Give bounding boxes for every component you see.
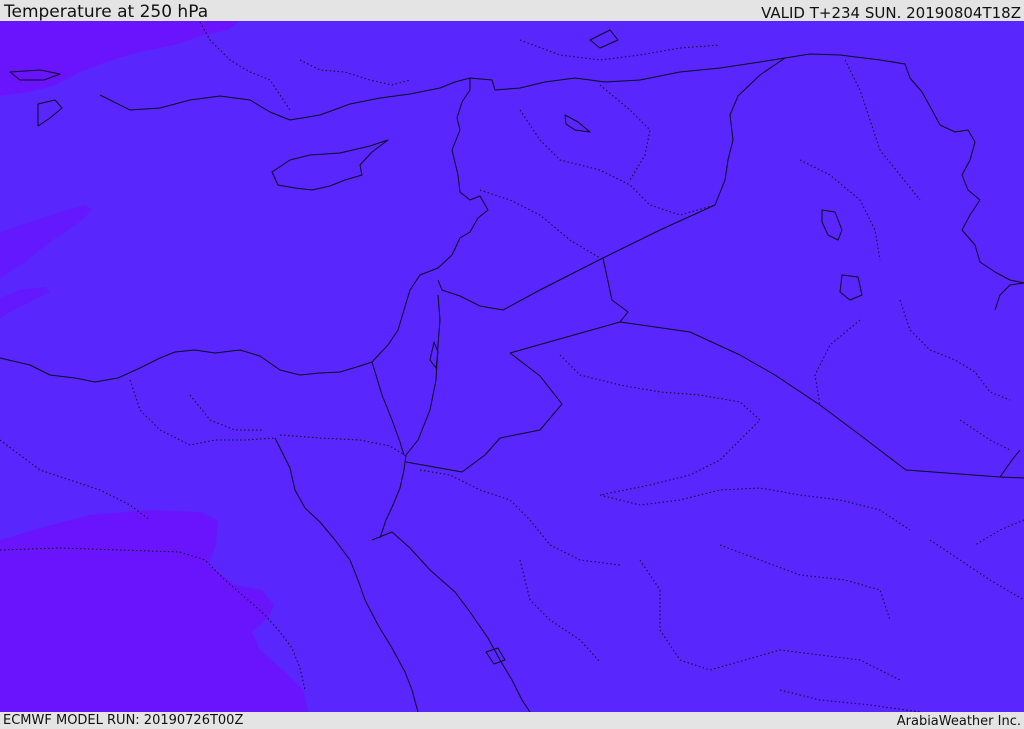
footer-bar: ECMWF MODEL RUN: 20190726T00Z ArabiaWeat…	[0, 712, 1024, 729]
valid-time: VALID T+234 SUN. 20190804T18Z	[761, 4, 1021, 22]
credit-label: ArabiaWeather Inc.	[896, 714, 1021, 729]
map-svg	[0, 21, 1024, 712]
model-run-label: ECMWF MODEL RUN: 20190726T00Z	[3, 713, 244, 728]
map-title: Temperature at 250 hPa	[4, 2, 209, 22]
map-viewer: Temperature at 250 hPa VALID T+234 SUN. …	[0, 0, 1024, 729]
map-canvas[interactable]	[0, 21, 1024, 712]
header-bar: Temperature at 250 hPa VALID T+234 SUN. …	[0, 0, 1024, 21]
